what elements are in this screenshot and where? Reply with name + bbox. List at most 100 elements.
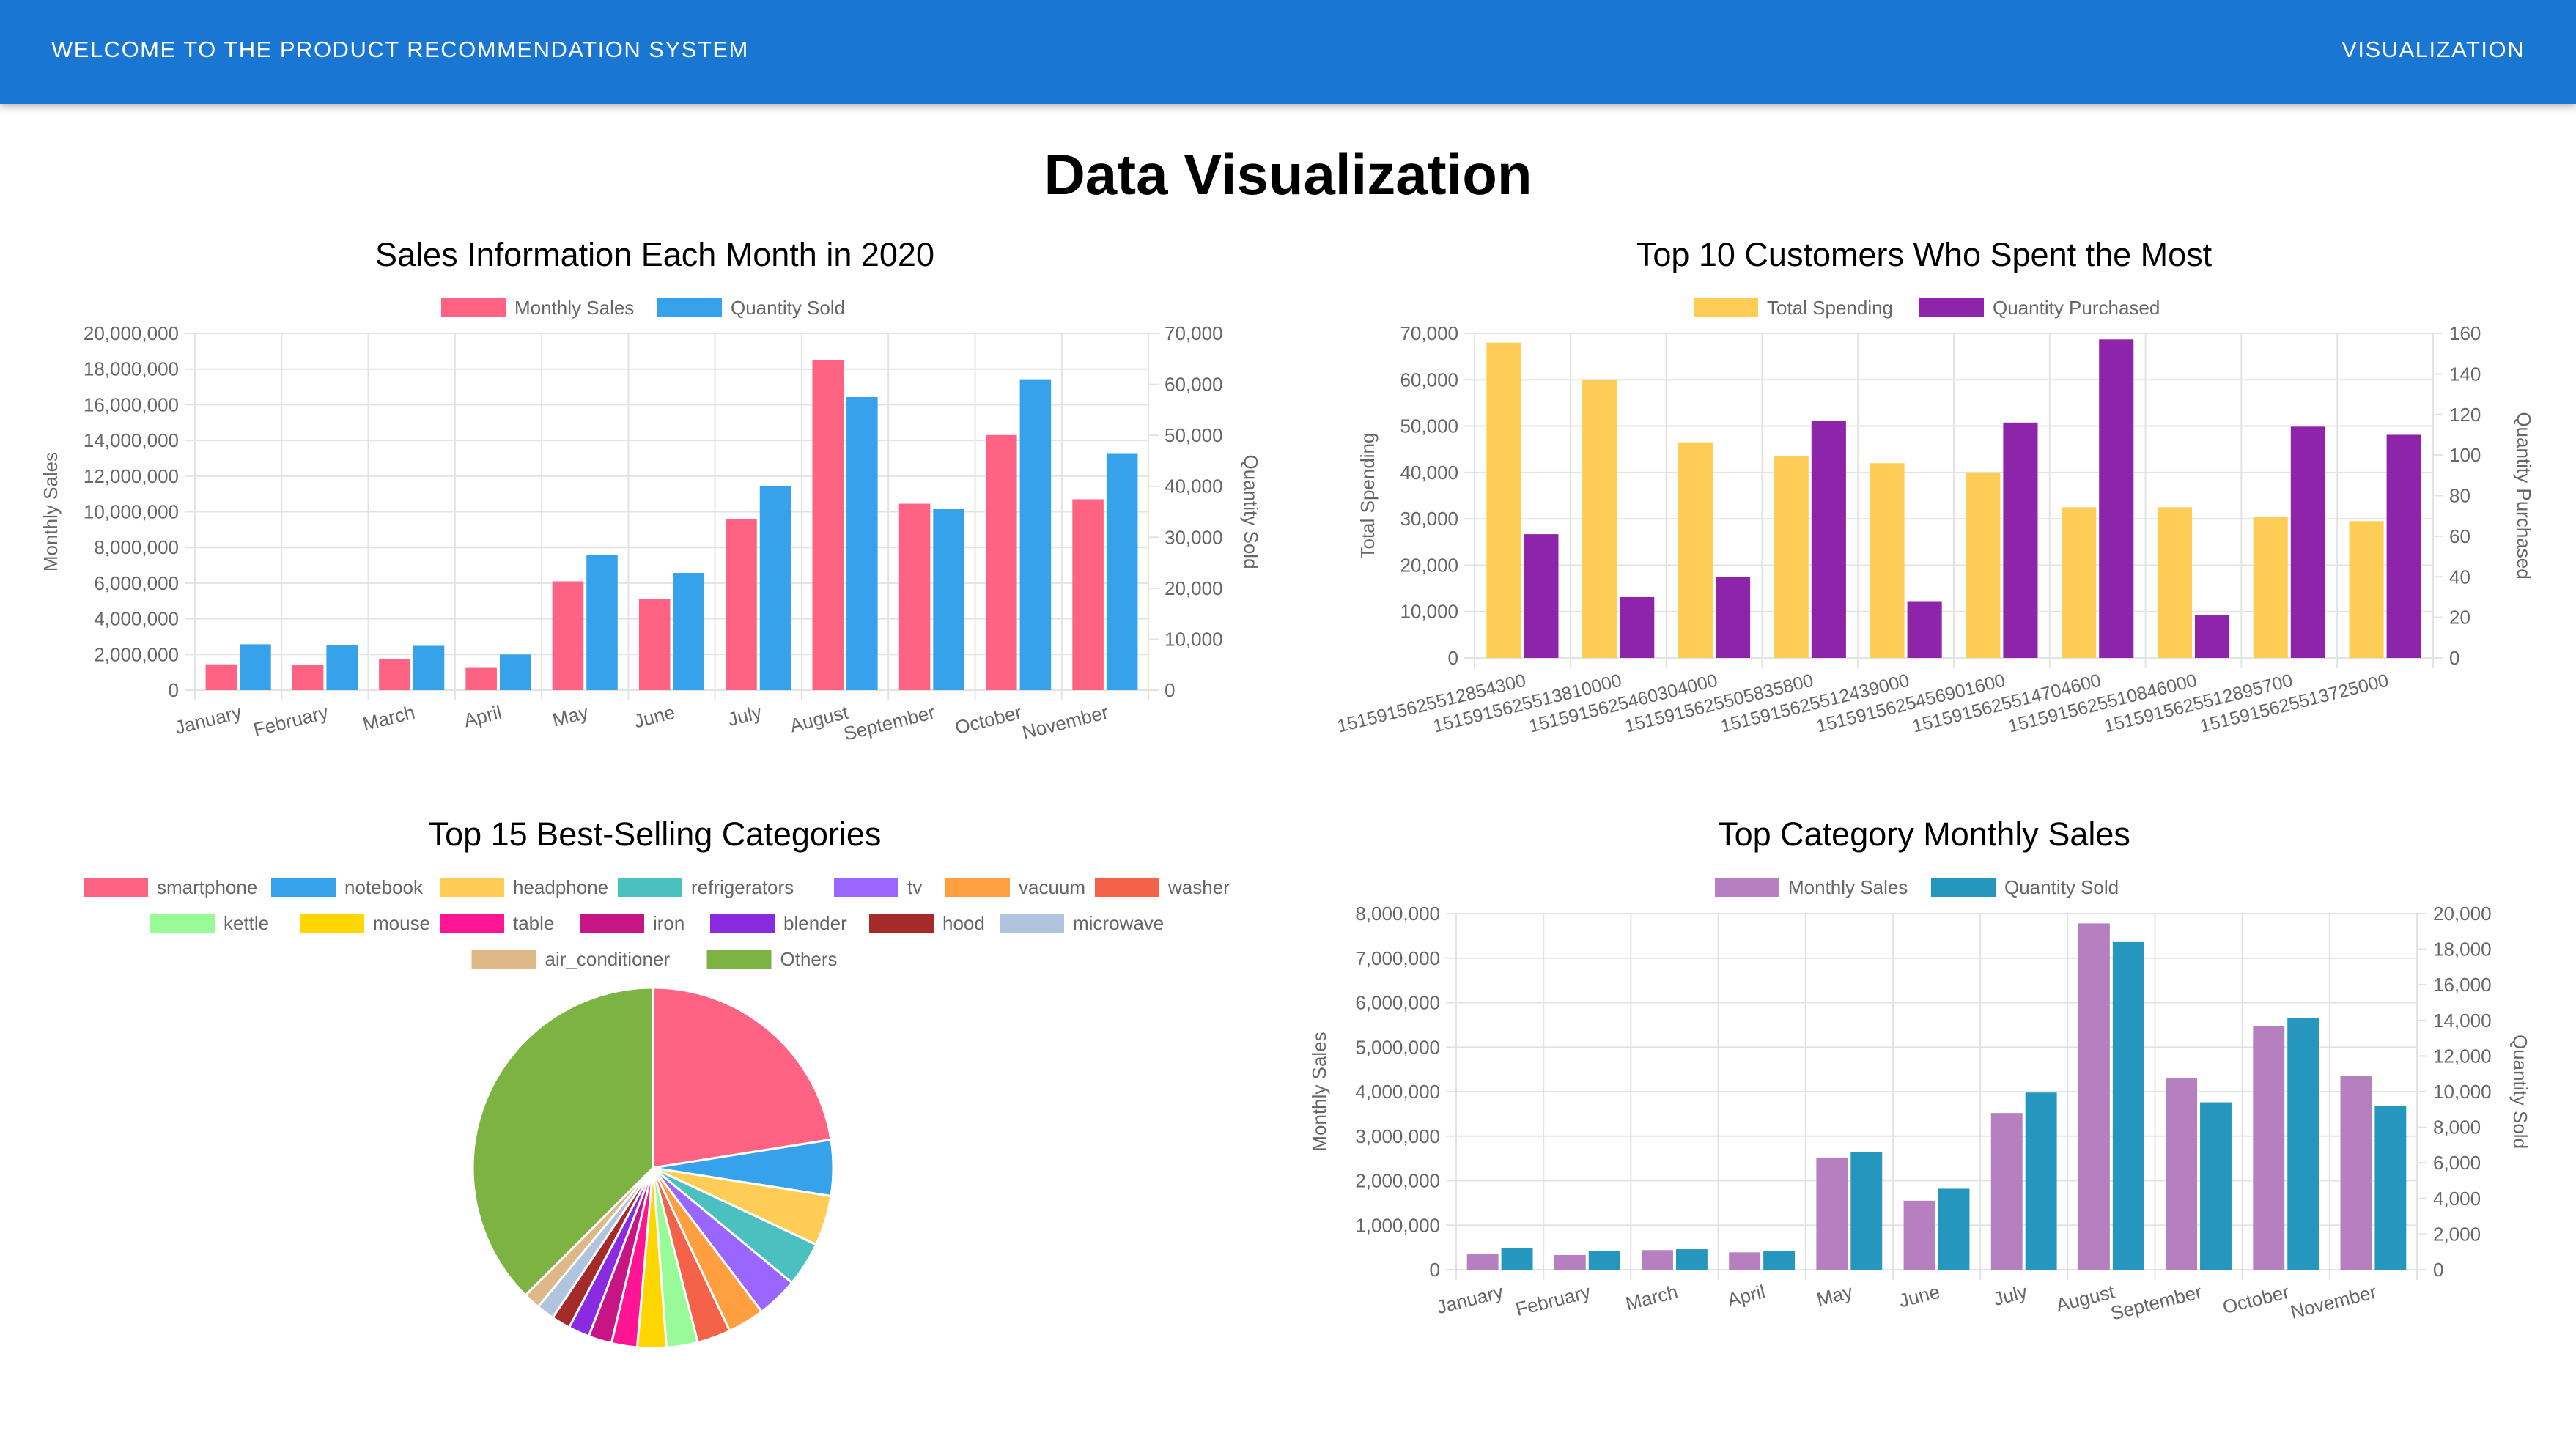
top-category-chart-x-tick-label: May — [1815, 1281, 1855, 1311]
customers-chart-y-axis-title: Total Spending — [1357, 432, 1379, 558]
charts-canvas: 0 2,000,000 4,000,000 6,000,000 8,000,000 10,… — [40, 297, 2535, 1350]
customers-chart-y-tick-label: 70,000 — [1400, 322, 1458, 344]
sales-chart-x-tick-label: October — [953, 701, 1024, 739]
customers-chart-bar — [2253, 516, 2288, 658]
customers-chart-y-tick-label: 60,000 — [1400, 369, 1458, 391]
customers-chart-bar — [2195, 615, 2230, 658]
sales-chart-y2-tick-label: 30,000 — [1165, 526, 1223, 548]
top-category-chart-y2-tick-label: 0 — [2433, 1259, 2443, 1281]
sales-chart-bar — [292, 665, 324, 690]
top-category-chart-bar — [2287, 1018, 2319, 1270]
categories-chart-legend-label: refrigerators — [691, 876, 794, 898]
sales-chart-x-tick-label: April — [462, 701, 504, 732]
customers-chart-legend-swatch — [1694, 298, 1758, 317]
top-category-chart-legend-label: Quantity Sold — [2004, 876, 2119, 898]
top-category-chart-bar — [1763, 1251, 1796, 1270]
sales-chart-y2-tick-label: 40,000 — [1165, 475, 1223, 497]
customers-chart-bar — [1620, 596, 1655, 658]
customers-chart-bar — [2062, 507, 2097, 658]
categories-chart-legend-swatch — [271, 878, 336, 897]
app-bar: WELCOME TO THE PRODUCT RECOMMENDATION SY… — [0, 0, 2576, 104]
sales-chart-y-axis-title: Monthly Sales — [40, 452, 62, 571]
top-category-chart-bar — [1466, 1254, 1499, 1270]
categories-chart-legend-label: microwave — [1073, 912, 1164, 934]
categories-chart-legend-swatch — [1095, 878, 1159, 897]
customers-chart-y2-tick-label: 40 — [2449, 566, 2470, 588]
sales-chart-y2-tick-label: 70,000 — [1165, 322, 1223, 344]
categories-chart-legend-label: notebook — [344, 876, 424, 898]
top-category-chart-y2-tick-label: 4,000 — [2433, 1188, 2481, 1210]
sales-chart-y-tick-label: 16,000,000 — [84, 393, 179, 415]
sales-chart-bar — [465, 667, 497, 690]
sales-chart-y2-tick-label: 10,000 — [1165, 628, 1223, 650]
top-category-chart-x-tick-label: February — [1513, 1281, 1593, 1320]
top-category-chart-y-tick-label: 7,000,000 — [1355, 947, 1440, 969]
top-category-chart-y-tick-label: 6,000,000 — [1355, 992, 1440, 1014]
customers-chart-bar — [1582, 380, 1617, 658]
sales-chart-y2-axis-title: Quantity Sold — [1240, 454, 1262, 569]
categories-chart-legend-label: table — [513, 912, 554, 934]
customers-chart-y-tick-label: 10,000 — [1400, 601, 1458, 623]
top-category-chart-y-tick-label: 8,000,000 — [1355, 903, 1440, 925]
top-category-chart-y2-tick-label: 20,000 — [2433, 903, 2492, 925]
sales-chart-bar — [379, 659, 410, 690]
customers-chart-y-tick-label: 20,000 — [1400, 554, 1458, 576]
sales-chart-bar — [846, 396, 878, 690]
app-title: WELCOME TO THE PRODUCT RECOMMENDATION SY… — [51, 37, 749, 62]
sales-chart-bar — [1072, 499, 1104, 690]
sales-chart-y-tick-label: 14,000,000 — [84, 429, 179, 451]
sales-chart-bar — [1106, 453, 1138, 690]
top-category-chart-y2-tick-label: 8,000 — [2433, 1117, 2481, 1139]
top-category-chart-x-tick-label: January — [1434, 1281, 1505, 1318]
sales-chart-y2-tick-label: 20,000 — [1165, 577, 1223, 599]
top-category-chart-x-tick-label: June — [1897, 1281, 1942, 1312]
categories-chart-legend-label: hood — [942, 912, 985, 934]
top-category-chart-bar — [1642, 1250, 1673, 1270]
categories-chart-legend-label: headphone — [513, 876, 608, 898]
sales-chart-bar — [499, 654, 531, 690]
top-category-chart-bar — [2078, 923, 2110, 1270]
customers-chart-bar — [1486, 342, 1521, 658]
top-category-chart-bar — [1938, 1188, 1970, 1270]
sales-chart-y-tick-label: 20,000,000 — [84, 322, 179, 344]
sales-chart-plot: 0 2,000,000 4,000,000 6,000,000 8,000,000 10,… — [40, 322, 1262, 745]
sales-chart-x-tick-label: March — [361, 701, 417, 736]
top-category-chart-bar — [2200, 1102, 2232, 1270]
sales-chart-bar — [986, 434, 1017, 690]
sales-chart-bar — [326, 645, 358, 690]
top-category-chart-plot: 0 1,000,000 2,000,000 3,000,000 4,000,000 5,0… — [1308, 903, 2531, 1325]
sales-chart-bar — [205, 664, 237, 690]
customers-chart-y-tick-label: 50,000 — [1400, 415, 1458, 437]
sales-chart-y2-tick-label: 0 — [1165, 679, 1175, 701]
categories-chart-legend-swatch — [834, 878, 898, 897]
top-category-chart-x-tick-label: August — [2054, 1281, 2118, 1317]
customers-chart-y2-tick-label: 160 — [2449, 322, 2481, 344]
customers-chart-bar — [2099, 339, 2134, 658]
customers-chart-y2-tick-label: 60 — [2449, 525, 2470, 547]
top-category-chart-y2-tick-label: 10,000 — [2433, 1081, 2492, 1103]
customers-chart-y2-tick-label: 20 — [2449, 607, 2470, 629]
categories-chart-legend-label: Others — [780, 948, 838, 970]
top-category-chart-legend-swatch — [1715, 878, 1779, 897]
sales-chart-bar — [552, 581, 584, 690]
top-category-chart-y2-tick-label: 16,000 — [2433, 974, 2492, 996]
top-category-chart-y2-tick-label: 2,000 — [2433, 1223, 2481, 1245]
customers-chart-legend-label: Quantity Purchased — [1993, 297, 2160, 319]
nav-visualization-link[interactable]: VISUALIZATION — [2341, 37, 2525, 63]
categories-chart-legend-swatch — [471, 950, 536, 969]
sales-chart-bar — [1019, 379, 1052, 690]
sales-chart-bar — [812, 360, 844, 690]
customers-chart-bar — [1966, 472, 2001, 658]
customers-chart-bar — [1524, 534, 1559, 658]
sales-chart-y-tick-label: 2,000,000 — [94, 643, 179, 665]
customers-chart-bar — [1870, 463, 1905, 658]
top-category-chart-legend-swatch — [1931, 878, 1996, 897]
top-category-chart-y2-axis-title: Quantity Sold — [2509, 1035, 2531, 1149]
sales-chart-y-tick-label: 18,000,000 — [84, 358, 179, 380]
customers-chart-plot: 0 10,000 20,000 30,000 40,000 50,000 60,000 70,… — [1335, 322, 2535, 737]
customers-chart-bar — [2290, 426, 2325, 658]
customers-chart-legend-swatch — [1919, 298, 1984, 317]
top-category-chart-x-tick-label: March — [1623, 1281, 1680, 1315]
top-category-chart-bar — [1588, 1251, 1620, 1270]
top-category-chart-y2-tick-label: 6,000 — [2433, 1152, 2481, 1174]
